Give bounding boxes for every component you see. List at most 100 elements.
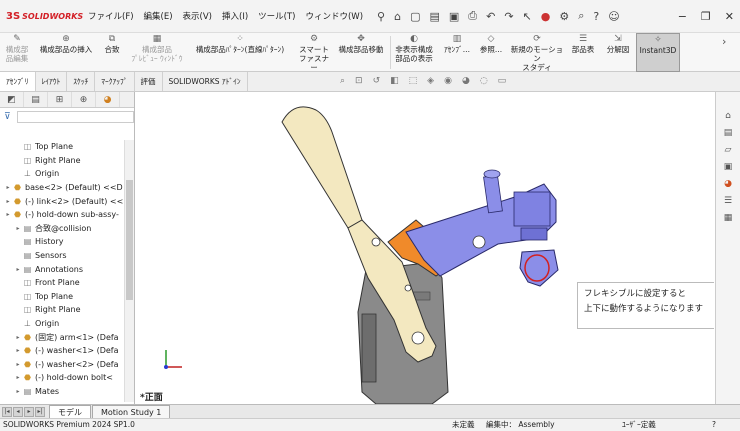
tree-item[interactable]: ▸ ⬣ (-) hold-down sub-assy- (0, 208, 124, 222)
view-settings-icon[interactable]: ▭ (498, 76, 507, 86)
tree-item[interactable]: ▸ ▤ Annotations (0, 262, 124, 276)
scrollbar-thumb[interactable] (126, 180, 133, 300)
last-tab-icon[interactable]: ▸| (35, 406, 45, 417)
help-icon[interactable]: ? (593, 10, 599, 23)
property-manager-tab-icon[interactable]: ▤ (24, 92, 48, 107)
design-library-icon[interactable]: ▱ (722, 144, 735, 157)
tab-evaluate[interactable]: 評価 (135, 72, 163, 91)
print-icon[interactable]: ⎙ (468, 9, 477, 23)
new-file-icon[interactable]: ▢ (410, 10, 420, 23)
instant3d-button[interactable]: ✧ Instant3D (636, 33, 680, 72)
expand-arrow-icon[interactable]: ▸ (14, 266, 22, 273)
filter-icon[interactable]: ⊽ (4, 112, 11, 122)
expand-arrow-icon[interactable]: ▸ (14, 361, 22, 368)
expand-arrow-icon[interactable]: ▸ (14, 374, 22, 381)
next-tab-icon[interactable]: ▸ (24, 406, 34, 417)
undo-icon[interactable]: ↶ (486, 10, 495, 23)
scene-icon[interactable]: ◌ (480, 76, 488, 86)
menu-window[interactable]: ウィンドウ(W) (305, 10, 363, 22)
tab-layout[interactable]: ﾚｲｱｳﾄ (36, 72, 68, 91)
display-style-icon[interactable]: ◈ (427, 76, 434, 86)
tree-item[interactable]: ◫ Front Plane (0, 276, 124, 290)
expand-arrow-icon[interactable]: ▸ (14, 347, 22, 354)
tree-scrollbar[interactable] (124, 140, 134, 402)
exploded-view-button[interactable]: ⇲ 分解図 (602, 33, 634, 72)
component-preview-button[interactable]: ▦ 構成部品 ﾌﾟﾚﾋﾞｭｰ ｳｨﾝﾄﾞｳ (128, 33, 186, 72)
smart-fasteners-button[interactable]: ⚙ スマート ファスナー (296, 33, 332, 72)
tree-item[interactable]: ⊥ Origin (0, 167, 124, 181)
mate-button[interactable]: ⧉ 合致 (100, 33, 124, 72)
expand-arrow-icon[interactable]: ▸ (4, 211, 12, 218)
minimize-icon[interactable]: − (678, 10, 687, 23)
save-icon[interactable]: ▣ (449, 10, 459, 23)
previous-view-icon[interactable]: ↺ (373, 76, 381, 86)
open-icon[interactable]: ▤ (429, 10, 439, 23)
tree-item[interactable]: ◫ Right Plane (0, 154, 124, 168)
home-icon[interactable]: ⌂ (722, 110, 735, 123)
view-orientation-icon[interactable]: ⬚ (409, 76, 418, 86)
tree-item[interactable]: ▸ ▤ 合致@collision (0, 222, 124, 236)
file-explorer-icon[interactable]: ▣ (722, 161, 735, 174)
tab-markup[interactable]: ﾏｰｸｱｯﾌﾟ (95, 72, 135, 91)
tab-sketch[interactable]: ｽｹｯﾁ (67, 72, 96, 91)
display-manager-tab-icon[interactable]: ◕ (96, 92, 120, 107)
expand-arrow-icon[interactable]: ▸ (14, 225, 22, 232)
tree-item[interactable]: ▸ ⬣ (-) washer<1> (Defa (0, 344, 124, 358)
configuration-tab-icon[interactable]: ⊞ (48, 92, 72, 107)
select-icon[interactable]: ↖ (523, 10, 532, 23)
tree-item[interactable]: ◫ Top Plane (0, 140, 124, 154)
custom-properties-icon[interactable]: ☰ (722, 195, 735, 208)
hide-show-icon[interactable]: ◉ (444, 76, 452, 86)
tab-model[interactable]: モデル (49, 404, 91, 419)
tree-item[interactable]: ▸ ⬣ base<2> (Default) <<D (0, 181, 124, 195)
zoom-area-icon[interactable]: ⊡ (355, 76, 363, 86)
tree-item[interactable]: ⊥ Origin (0, 317, 124, 331)
traffic-light-icon[interactable]: ● (541, 10, 551, 23)
tree-item[interactable]: ▸ ⬣ (-) hold-down bolt< (0, 371, 124, 385)
tree-item[interactable]: ▤ History (0, 235, 124, 249)
tree-item[interactable]: ▸ ⬣ (固定) arm<1> (Defa (0, 330, 124, 344)
app-logo[interactable]: 3S SOLIDWORKS (6, 11, 83, 22)
assembly-model[interactable] (136, 92, 714, 404)
resources-icon[interactable]: ▤ (722, 127, 735, 140)
tree-item[interactable]: ▸ ⬣ (-) link<2> (Default) << (0, 194, 124, 208)
prev-tab-icon[interactable]: ◂ (13, 406, 23, 417)
menu-edit[interactable]: 編集(E) (144, 10, 173, 22)
tree-item[interactable]: ▸ ⬣ (-) washer<2> (Defa (0, 358, 124, 372)
feature-tree-tab-icon[interactable]: ◩ (0, 92, 24, 107)
tree-item[interactable]: ◫ Top Plane (0, 290, 124, 304)
tree-item[interactable]: ◫ Right Plane (0, 303, 124, 317)
tab-assembly[interactable]: ｱｾﾝﾌﾞﾘ (0, 72, 36, 91)
expand-arrow-icon[interactable]: ▸ (14, 334, 22, 341)
menu-insert[interactable]: 挿入(I) (222, 10, 248, 22)
status-units[interactable]: ﾕｰｻﾞｰ定義 (622, 419, 656, 431)
new-motion-study-button[interactable]: ⟳ 新規のモーション スタディ (508, 33, 566, 72)
search-icon[interactable]: ⌕ (578, 9, 584, 23)
tree-item[interactable]: ▤ Sensors (0, 249, 124, 263)
status-help-icon[interactable]: ? (712, 419, 716, 431)
home-icon[interactable]: ⌂ (394, 10, 401, 23)
dimxpert-tab-icon[interactable]: ⊕ (72, 92, 96, 107)
bill-of-materials-button[interactable]: ☰ 部品表 (568, 33, 598, 72)
forum-icon[interactable]: ▦ (722, 212, 735, 225)
options-icon[interactable]: ⚙ (559, 10, 569, 23)
tab-addins[interactable]: SOLIDWORKS ｱﾄﾞｲﾝ (163, 72, 248, 91)
expand-arrow-icon[interactable]: ▸ (14, 388, 22, 395)
menu-file[interactable]: ファイル(F) (88, 10, 134, 22)
section-view-icon[interactable]: ◧ (390, 76, 399, 86)
appearances-icon[interactable]: ◕ (722, 178, 735, 191)
ribbon-expand-icon[interactable]: › (722, 35, 726, 48)
first-tab-icon[interactable]: |◂ (2, 406, 12, 417)
move-component-button[interactable]: ✥ 構成部品移動 (334, 33, 388, 72)
tree-item[interactable]: ▸ ▤ Mates (0, 385, 124, 399)
expand-arrow-icon[interactable]: ▸ (4, 184, 12, 191)
restore-icon[interactable]: ❐ (701, 10, 711, 23)
graphics-area[interactable]: *正面 フレキシブルに設定すると 上下に動作するようになります (136, 92, 714, 404)
hold-down-bolt-part[interactable] (519, 249, 559, 287)
show-hidden-components-button[interactable]: ◐ 非表示構成 部品の表示 (392, 33, 436, 72)
linear-pattern-button[interactable]: ⁘ 構成部品ﾊﾟﾀｰﾝ(直線ﾊﾟﾀｰﾝ) (188, 33, 292, 72)
insert-component-button[interactable]: ⊕ 構成部品の挿入 (34, 33, 98, 72)
zoom-fit-icon[interactable]: ⌕ (340, 76, 345, 86)
pin-icon[interactable]: ⚲ (377, 10, 385, 23)
edit-component-button[interactable]: ✎ 構成部 品編集 (3, 33, 31, 72)
